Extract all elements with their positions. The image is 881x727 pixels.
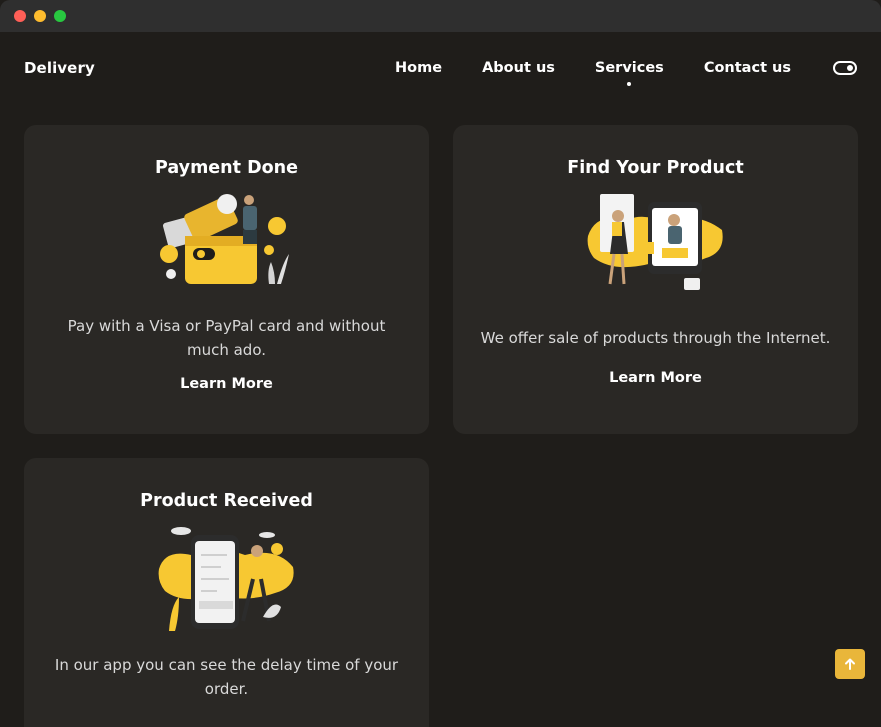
card-description: Pay with a Visa or PayPal card and witho…: [67, 317, 386, 359]
service-card-payment: Payment Done Pay with a Visa or PayPal c…: [24, 125, 429, 434]
minimize-window-button[interactable]: [34, 10, 46, 22]
theme-toggle-icon[interactable]: [833, 61, 857, 75]
close-window-button[interactable]: [14, 10, 26, 22]
nav-link-about[interactable]: About us: [482, 60, 555, 76]
arrow-up-icon: [845, 658, 855, 670]
scroll-to-top-button[interactable]: [835, 649, 865, 679]
card-description: We offer sale of products through the In…: [480, 329, 831, 347]
service-card-product-received: Product Received In our app you can see …: [24, 458, 429, 727]
delivery-app-illustration: [158, 527, 294, 631]
card-title: Payment Done: [155, 158, 298, 178]
nav-links: Home About us Services Contact us: [395, 60, 857, 86]
app-window: Delivery Home About us Services Contact …: [0, 0, 881, 727]
learn-more-link[interactable]: Learn More: [180, 376, 273, 392]
nav-link-home[interactable]: Home: [395, 60, 442, 76]
nav-link-contact[interactable]: Contact us: [704, 60, 791, 76]
window-titlebar: [0, 0, 881, 32]
navbar: Delivery Home About us Services Contact …: [0, 32, 881, 104]
maximize-window-button[interactable]: [54, 10, 66, 22]
wallet-payment-illustration: [159, 194, 289, 284]
learn-more-link[interactable]: Learn More: [609, 370, 702, 386]
card-title: Find Your Product: [567, 158, 744, 178]
card-title: Product Received: [140, 491, 313, 511]
nav-link-services[interactable]: Services: [595, 60, 664, 86]
card-description: In our app you can see the delay time of…: [54, 656, 399, 698]
brand-logo[interactable]: Delivery: [24, 59, 95, 77]
online-shopping-illustration: [587, 194, 723, 290]
service-card-find-product: Find Your Product We offer sale of produ…: [453, 125, 858, 434]
